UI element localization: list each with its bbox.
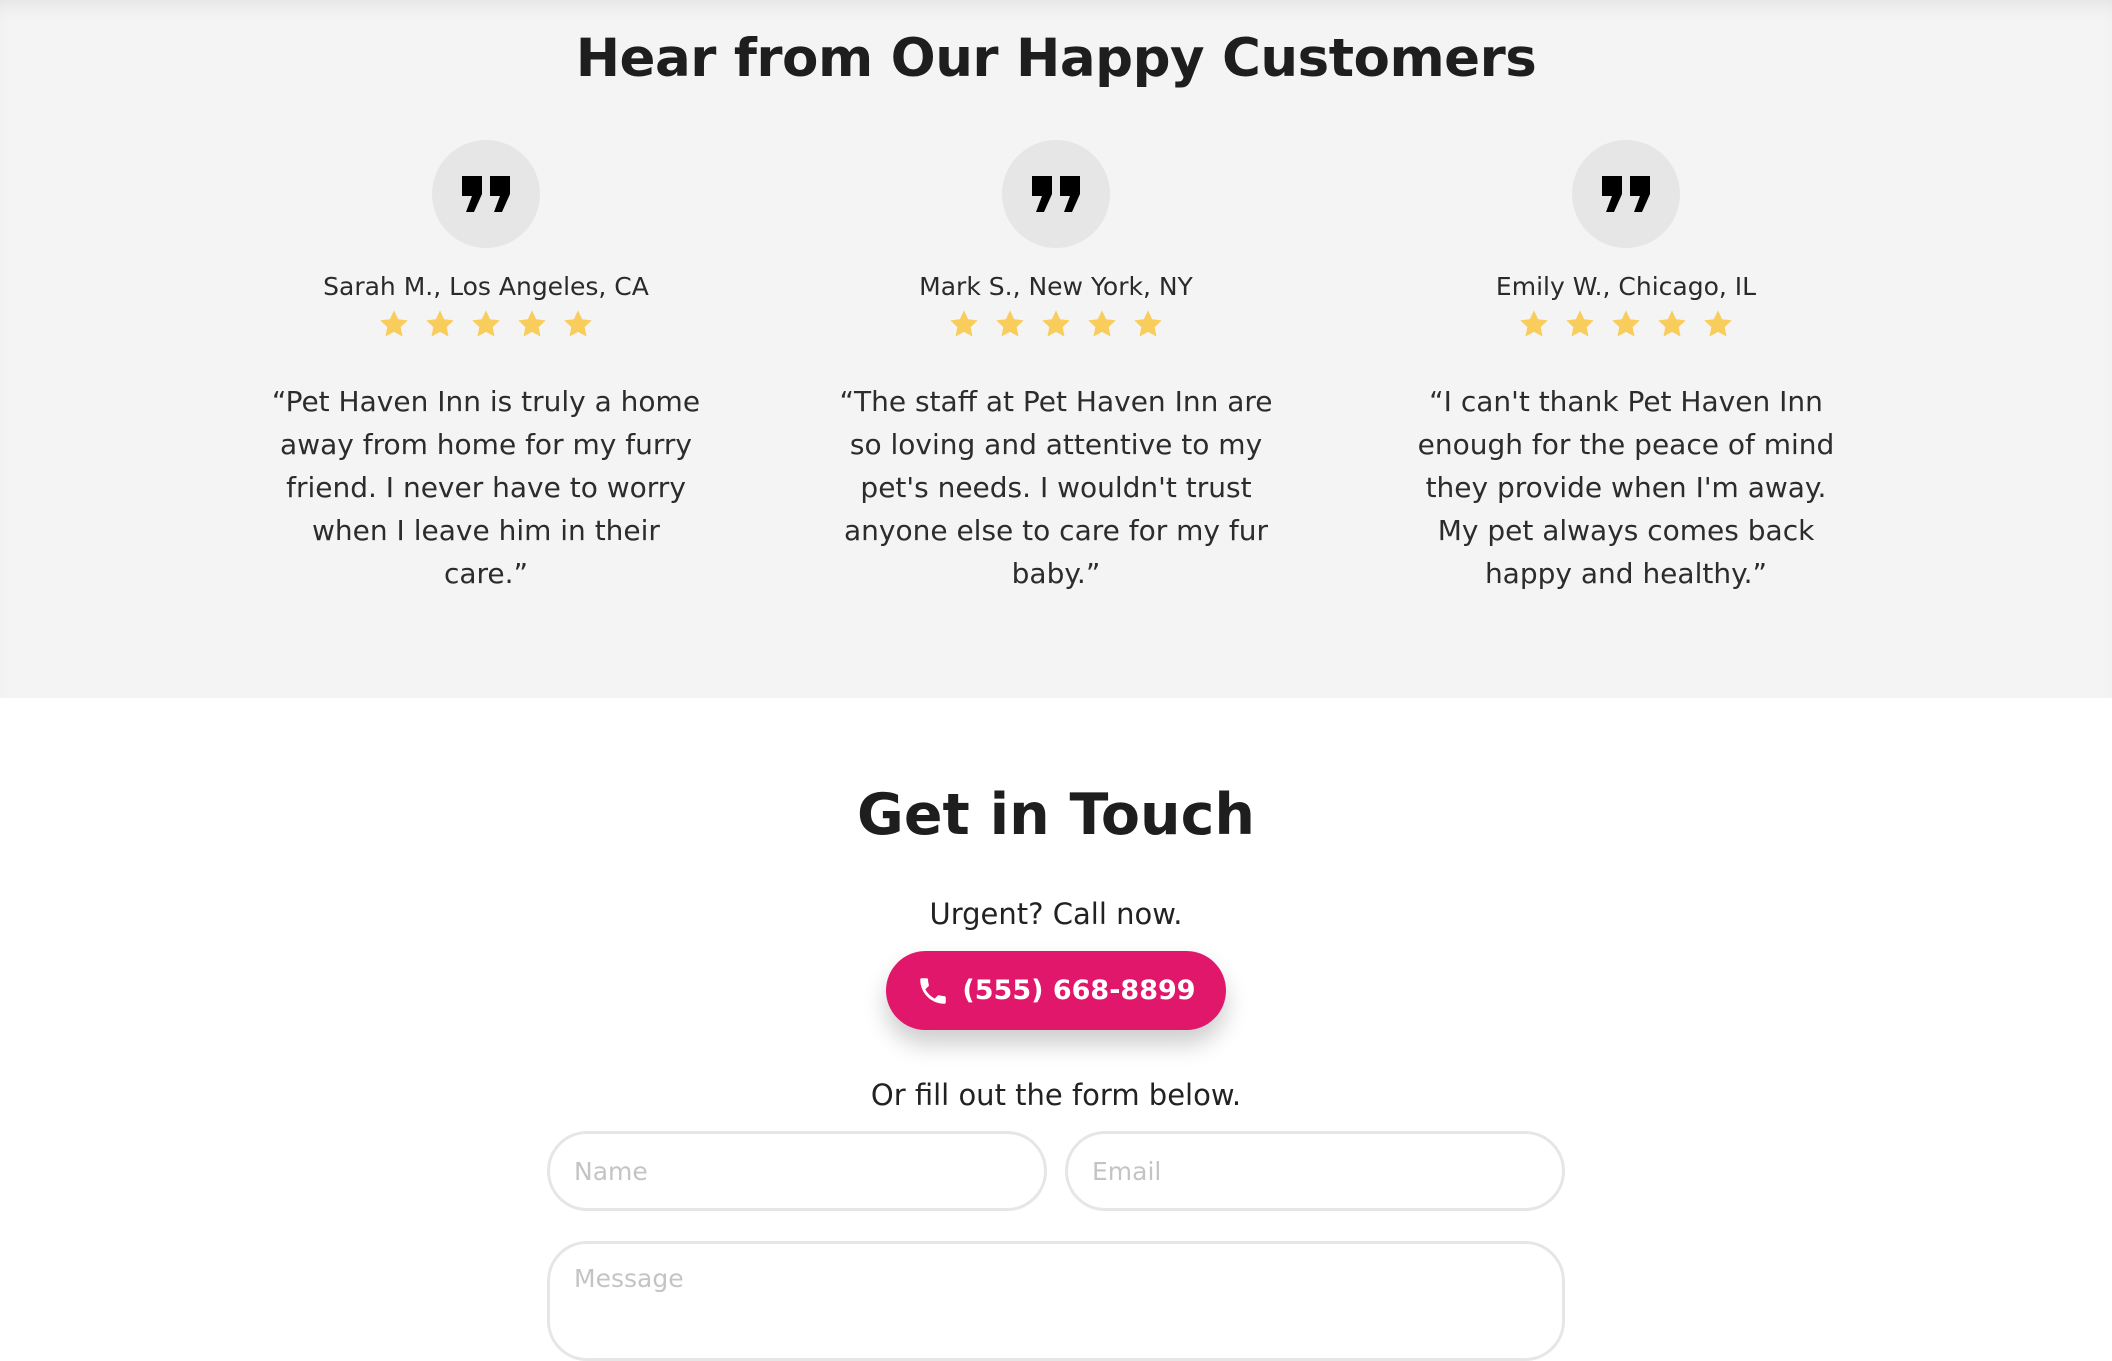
testimonials-section: Hear from Our Happy Customers Sarah M., … bbox=[0, 0, 2112, 698]
star-icon bbox=[472, 310, 500, 337]
testimonial-card: Mark S., New York, NY “The staff at Pet … bbox=[821, 140, 1291, 623]
quote-icon bbox=[432, 140, 540, 248]
star-icon bbox=[1704, 310, 1732, 337]
quote-icon bbox=[1572, 140, 1680, 248]
form-intro-text: Or fill out the form below. bbox=[870, 1078, 1242, 1112]
star-icon bbox=[1042, 310, 1070, 337]
star-icon bbox=[564, 310, 592, 337]
star-icon bbox=[1658, 310, 1686, 337]
testimonial-quote: “Pet Haven Inn is truly a home away from… bbox=[271, 385, 701, 590]
urgent-text: Urgent? Call now. bbox=[929, 897, 1183, 931]
star-icon bbox=[426, 310, 454, 337]
testimonial-card: Sarah M., Los Angeles, CA “Pet Haven Inn… bbox=[251, 140, 721, 623]
star-icon bbox=[380, 310, 408, 337]
star-icon bbox=[996, 310, 1024, 337]
star-icon bbox=[1520, 310, 1548, 337]
message-field[interactable] bbox=[547, 1241, 1565, 1361]
phone-number-label: (555) 668-8899 bbox=[962, 975, 1196, 1006]
star-rating bbox=[821, 308, 1291, 342]
testimonials-title: Hear from Our Happy Customers bbox=[575, 28, 1537, 89]
phone-icon bbox=[920, 977, 947, 1004]
star-rating bbox=[1391, 308, 1861, 342]
quote-icon bbox=[1002, 140, 1110, 248]
star-rating bbox=[251, 308, 721, 342]
testimonial-author: Emily W., Chicago, IL bbox=[1495, 272, 1757, 301]
testimonial-quote: “I can't thank Pet Haven Inn enough for … bbox=[1417, 385, 1835, 590]
star-icon bbox=[950, 310, 978, 337]
star-icon bbox=[518, 310, 546, 337]
star-icon bbox=[1612, 310, 1640, 337]
star-icon bbox=[1134, 310, 1162, 337]
testimonial-author: Mark S., New York, NY bbox=[919, 272, 1193, 301]
star-icon bbox=[1566, 310, 1594, 337]
testimonial-author: Sarah M., Los Angeles, CA bbox=[323, 272, 649, 301]
testimonial-quote: “The staff at Pet Haven Inn are so lovin… bbox=[839, 385, 1273, 590]
contact-title: Get in Touch bbox=[857, 782, 1255, 848]
email-field[interactable] bbox=[1065, 1131, 1565, 1211]
testimonial-card: Emily W., Chicago, IL “I can't thank Pet… bbox=[1391, 140, 1861, 623]
star-icon bbox=[1088, 310, 1116, 337]
name-field[interactable] bbox=[547, 1131, 1047, 1211]
call-button[interactable]: (555) 668-8899 bbox=[886, 951, 1226, 1030]
